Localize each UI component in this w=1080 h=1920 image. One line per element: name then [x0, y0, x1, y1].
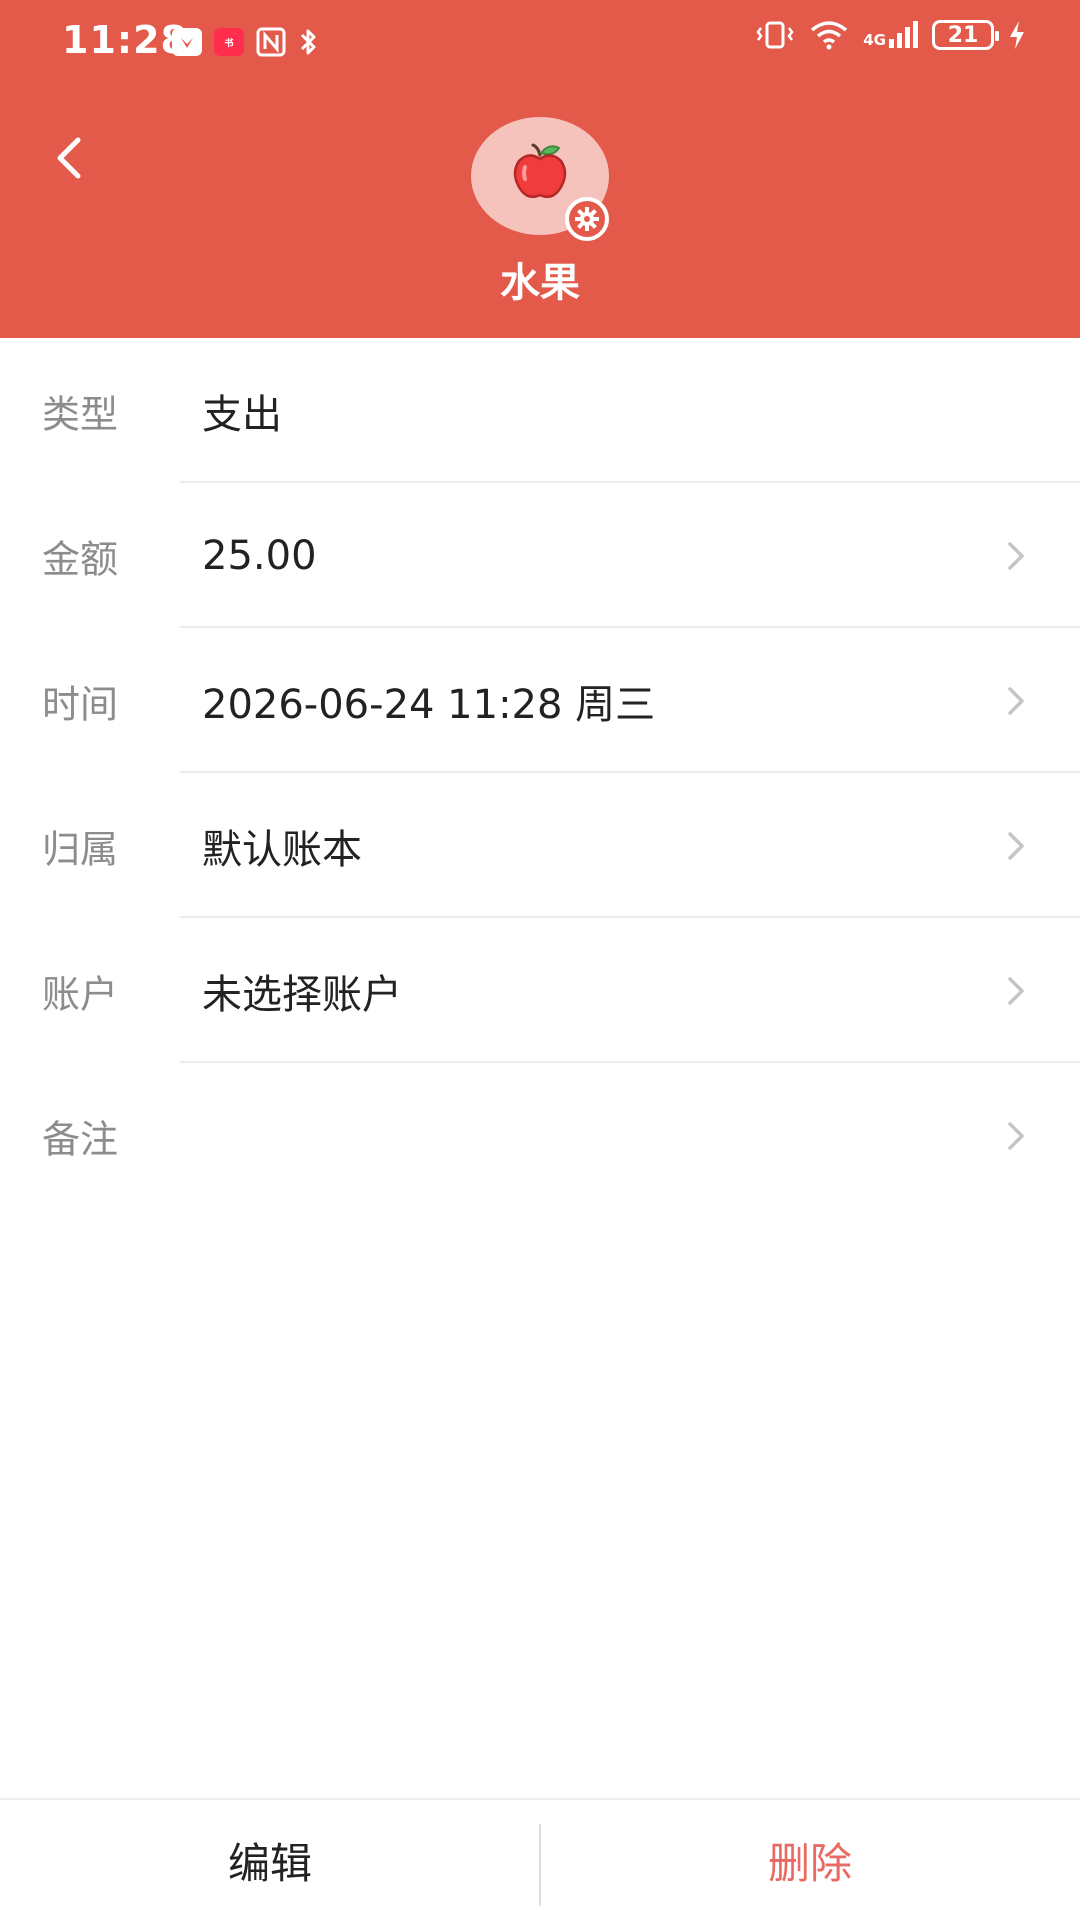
nfc-icon — [256, 27, 286, 57]
network-type: 4G — [863, 31, 886, 49]
detail-label: 账户 — [42, 972, 119, 1016]
chevron-left-icon — [57, 137, 81, 179]
bluetooth-icon — [300, 29, 316, 55]
detail-row-time[interactable]: 时间 2026-06-24 11:28 周三 — [0, 628, 1080, 773]
chevron-right-icon — [1008, 686, 1024, 715]
status-system-icons: 4G 21 — [755, 20, 1026, 50]
edit-button[interactable]: 编辑 — [0, 1800, 540, 1920]
detail-value: 默认账本 — [202, 826, 362, 873]
detail-label: 归属 — [42, 827, 119, 871]
category-settings-button[interactable] — [565, 197, 609, 241]
detail-value: 支出 — [202, 391, 282, 438]
detail-label: 类型 — [42, 392, 119, 436]
detail-label: 金额 — [42, 537, 119, 581]
chevron-right-icon — [1008, 831, 1024, 860]
wifi-icon — [811, 21, 848, 50]
battery-indicator: 21 — [932, 20, 999, 50]
huawei-app-icon — [172, 28, 202, 56]
detail-value: 2026-06-24 11:28 周三 — [202, 681, 656, 728]
detail-value: 25.00 — [202, 532, 317, 579]
detail-row-note[interactable]: 备注 — [0, 1063, 1080, 1208]
chevron-right-icon — [1008, 1121, 1024, 1150]
detail-row-type: 类型 支出 — [0, 338, 1080, 483]
charging-icon — [1010, 21, 1024, 49]
detail-label: 时间 — [42, 682, 119, 726]
transaction-details-list: 类型 支出 金额 25.00 时间 2026-06-24 11:28 周三 归属… — [0, 338, 1080, 1208]
detail-row-account[interactable]: 账户 未选择账户 — [0, 918, 1080, 1063]
gear-icon — [575, 207, 599, 231]
cellular-signal-icon: 4G — [863, 21, 918, 49]
transaction-detail-screen: 11:28 书 4G 21 水果 类型 支出 金额 25.00 时间 2026-… — [0, 0, 1080, 1920]
status-notification-icons: 书 — [172, 26, 318, 58]
status-time: 11:28 — [62, 18, 188, 62]
category-name: 水果 — [500, 260, 580, 306]
chevron-right-icon — [1008, 976, 1024, 1005]
delete-button[interactable]: 删除 — [540, 1800, 1080, 1920]
detail-value: 未选择账户 — [202, 971, 402, 1018]
xiaohongshu-app-icon: 书 — [214, 28, 244, 56]
detail-row-ledger[interactable]: 归属 默认账本 — [0, 773, 1080, 918]
vibrate-icon — [756, 21, 794, 49]
bottom-action-bar: 编辑 删除 — [0, 1798, 1080, 1920]
apple-icon — [513, 143, 567, 198]
header: 11:28 书 4G 21 水果 — [0, 0, 1080, 338]
status-bar: 11:28 书 4G 21 — [0, 0, 1080, 80]
battery-level: 21 — [947, 22, 979, 48]
back-button[interactable] — [44, 128, 94, 188]
detail-row-amount[interactable]: 金额 25.00 — [0, 483, 1080, 628]
chevron-right-icon — [1008, 541, 1024, 570]
detail-label: 备注 — [42, 1117, 119, 1161]
